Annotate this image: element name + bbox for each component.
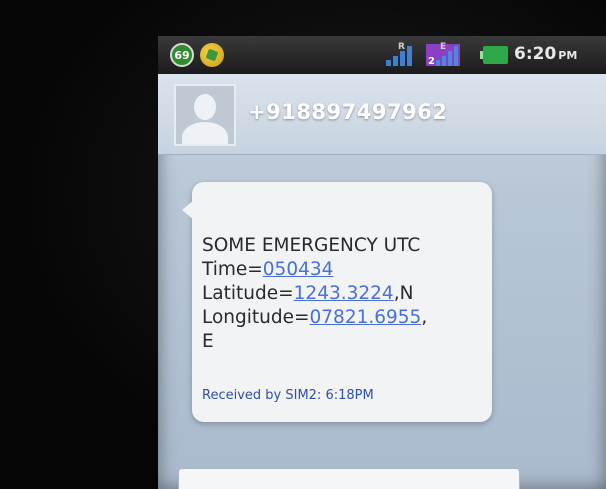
longitude-label: Longitude= [202, 307, 310, 328]
contact-avatar-icon[interactable] [174, 84, 236, 146]
latitude-value-link[interactable]: 1243.3224 [294, 283, 394, 304]
longitude-value-link[interactable]: 07821.6955 [310, 307, 422, 328]
message-line-1: SOME EMERGENCY UTC [202, 235, 421, 256]
network-type-label: E [440, 42, 447, 52]
status-bar: 69 R E 2 6:20 PM [158, 36, 606, 74]
status-clock: 6:20 PM [514, 44, 577, 64]
roaming-label: R [398, 42, 405, 52]
clock-ampm: PM [558, 49, 578, 62]
message-time-line: Time=050434 [202, 258, 487, 282]
received-info: Received by SIM2: 6:18PM [202, 388, 374, 403]
latitude-label: Latitude= [202, 283, 294, 304]
contact-number: +918897497962 [248, 100, 448, 124]
message-body: SOME EMERGENCY UTC Time=050434 Latitude=… [202, 234, 487, 354]
notification-count: 69 [174, 48, 190, 62]
message-latitude-line: Latitude=1243.3224,N [202, 282, 487, 306]
notification-count-icon[interactable]: 69 [170, 43, 194, 67]
clock-time: 6:20 [514, 44, 557, 64]
longitude-suffix: , [421, 307, 428, 328]
message-longitude-line: Longitude=07821.6955, [202, 306, 487, 330]
phone-screen: 69 R E 2 6:20 PM +918897497962 SOME EMER… [158, 36, 606, 489]
message-last-line: E [202, 331, 214, 352]
sim-slot-number: 2 [428, 56, 435, 67]
app-notification-icon[interactable] [200, 43, 224, 67]
signal-sim2-icon: E 2 [426, 42, 460, 67]
signal-sim1-icon: R [386, 42, 420, 66]
time-value-link[interactable]: 050434 [263, 259, 334, 280]
battery-icon [480, 46, 508, 64]
time-label: Time= [202, 259, 263, 280]
compose-area[interactable] [178, 468, 520, 489]
conversation-header: +918897497962 [158, 74, 606, 155]
message-bubble[interactable]: SOME EMERGENCY UTC Time=050434 Latitude=… [182, 182, 492, 422]
latitude-suffix: ,N [393, 283, 414, 304]
